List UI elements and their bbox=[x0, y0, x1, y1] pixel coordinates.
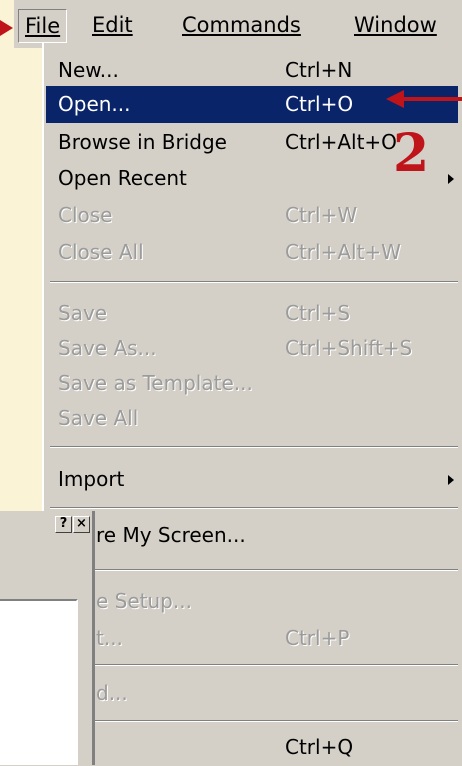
menu-separator bbox=[50, 446, 458, 448]
menu-separator bbox=[50, 507, 458, 509]
menu-item-shortcut: Ctrl+N bbox=[285, 58, 353, 82]
menu-window-label: Window bbox=[354, 13, 437, 37]
menu-item-label: Open Recent bbox=[58, 166, 187, 190]
menu-window[interactable]: Window bbox=[348, 9, 443, 41]
menu-file-label: File bbox=[25, 14, 61, 38]
menu-bar: File Edit Commands Window bbox=[14, 0, 462, 48]
menu-separator bbox=[50, 664, 458, 666]
menu-file[interactable]: File bbox=[18, 9, 68, 43]
annotation-pointer-arrow bbox=[0, 20, 13, 36]
menu-edit-label: Edit bbox=[92, 13, 133, 37]
menu-item-import[interactable]: Import bbox=[44, 461, 462, 498]
menu-item-label: t... bbox=[96, 626, 123, 650]
menu-edit[interactable]: Edit bbox=[86, 9, 139, 41]
menu-item-shortcut: Ctrl+O bbox=[285, 92, 354, 116]
menu-item-save-as[interactable]: Save As... Ctrl+Shift+S bbox=[44, 330, 462, 367]
menu-item-close-all[interactable]: Close All Ctrl+Alt+W bbox=[44, 234, 462, 271]
menu-commands[interactable]: Commands bbox=[176, 9, 307, 41]
dialog-title-bar: ? × bbox=[0, 511, 95, 541]
menu-item-shortcut: Ctrl+Alt+O bbox=[285, 130, 397, 154]
menu-item-page-setup[interactable]: e Setup... bbox=[44, 583, 462, 620]
submenu-arrow-icon bbox=[448, 174, 454, 184]
menu-item-shortcut: Ctrl+W bbox=[285, 203, 358, 227]
menu-commands-label: Commands bbox=[182, 13, 301, 37]
menu-item-save[interactable]: Save Ctrl+S bbox=[44, 295, 462, 332]
menu-separator bbox=[50, 281, 458, 283]
menu-item-save-as-template[interactable]: Save as Template... bbox=[44, 365, 462, 402]
menu-item-label: Browse in Bridge bbox=[58, 130, 227, 154]
menu-item-close[interactable]: Close Ctrl+W bbox=[44, 197, 462, 234]
help-button[interactable]: ? bbox=[55, 516, 72, 533]
menu-item-label: e Setup... bbox=[96, 589, 192, 613]
menu-item-capture-screen[interactable]: re My Screen... bbox=[44, 517, 462, 554]
menu-separator bbox=[50, 720, 458, 722]
menu-item-shortcut: Ctrl+Shift+S bbox=[285, 336, 413, 360]
annotation-step-number: 2 bbox=[393, 123, 430, 184]
close-button[interactable]: × bbox=[73, 516, 90, 533]
menu-item-label: re My Screen... bbox=[96, 523, 246, 547]
menu-item-shortcut: Ctrl+S bbox=[285, 301, 351, 325]
menu-item-label: Import bbox=[58, 467, 125, 491]
dialog-content-area bbox=[0, 599, 78, 765]
menu-item-new[interactable]: New... Ctrl+N bbox=[44, 52, 462, 89]
menu-item-label: Save As... bbox=[58, 336, 157, 360]
menu-item-shortcut: Ctrl+P bbox=[285, 626, 350, 650]
dialog-border bbox=[92, 511, 95, 765]
annotation-arrow-icon bbox=[386, 90, 462, 108]
menu-item-exit[interactable]: Ctrl+Q bbox=[44, 729, 462, 766]
menu-item-label: Close bbox=[58, 203, 113, 227]
menu-item-send[interactable]: d... bbox=[44, 675, 462, 712]
menu-item-label: Close All bbox=[58, 240, 144, 264]
menu-item-label: Save All bbox=[58, 406, 139, 430]
menu-item-shortcut: Ctrl+Alt+W bbox=[285, 240, 401, 264]
menu-item-label: Save as Template... bbox=[58, 371, 253, 395]
menu-item-label: Open... bbox=[58, 92, 131, 116]
menu-item-label: d... bbox=[96, 681, 128, 705]
menu-item-label: New... bbox=[58, 58, 119, 82]
menu-item-label: Save bbox=[58, 301, 108, 325]
menu-item-shortcut: Ctrl+Q bbox=[285, 735, 354, 759]
menu-item-save-all[interactable]: Save All bbox=[44, 400, 462, 437]
submenu-arrow-icon bbox=[448, 475, 454, 485]
menu-item-print[interactable]: t... Ctrl+P bbox=[44, 620, 462, 657]
dialog-window: ? × bbox=[0, 511, 95, 765]
menu-separator bbox=[50, 569, 458, 571]
